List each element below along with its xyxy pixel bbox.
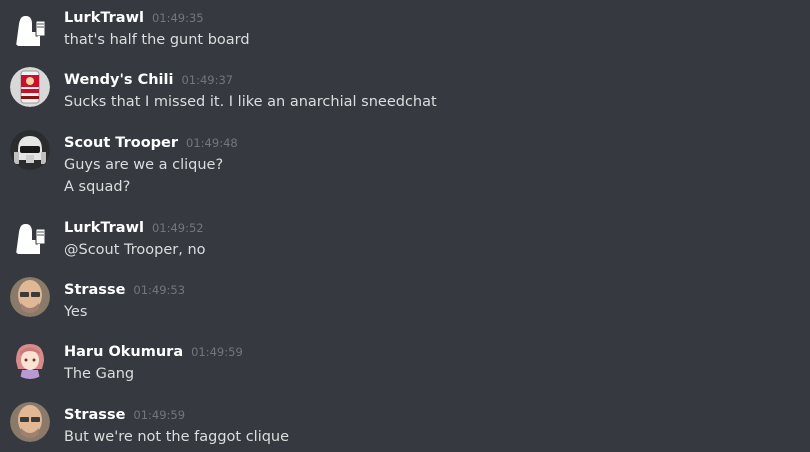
chili-can-icon[interactable]	[10, 67, 50, 107]
author-name[interactable]: Wendy's Chili	[64, 72, 173, 88]
message-text: A squad?	[64, 179, 131, 195]
message-header: Wendy's Chili 01:49:37	[64, 69, 233, 89]
bald-man-face-icon[interactable]	[10, 402, 50, 442]
author-name[interactable]: Strasse	[64, 407, 125, 423]
anime-girl-icon[interactable]	[10, 339, 50, 379]
timestamp: 01:49:48	[186, 136, 238, 150]
author-name[interactable]: Strasse	[64, 282, 125, 298]
message-text: @Scout Trooper, no	[64, 242, 206, 258]
chat-message-list: LurkTrawl 01:49:35 that's half the gunt b…	[0, 0, 810, 452]
author-name[interactable]: Scout Trooper	[64, 135, 178, 151]
message-text: that's half the gunt board	[64, 32, 250, 48]
timestamp: 01:49:59	[191, 345, 243, 359]
message-text: But we're not the faggot clique	[64, 429, 290, 445]
timestamp: 01:49:59	[133, 408, 186, 422]
author-name[interactable]: LurkTrawl	[64, 220, 144, 236]
lurkers-sign-icon[interactable]	[10, 10, 50, 50]
timestamp: 01:49:52	[151, 221, 204, 235]
lurkers-sign-icon[interactable]	[10, 218, 50, 258]
message-text: Yes	[64, 304, 88, 320]
timestamp: 01:49:35	[151, 11, 204, 25]
author-name[interactable]: Haru Okumura	[64, 344, 183, 360]
message-text: The Gang	[64, 366, 135, 382]
scout-trooper-helmet-icon[interactable]	[10, 130, 50, 170]
message-header: Haru Okumura 01:49:59	[64, 341, 243, 361]
message-header: Scout Trooper 01:49:48	[64, 132, 238, 152]
message-text: Sucks that I missed it. I like an anarch…	[64, 94, 437, 110]
author-name[interactable]: LurkTrawl	[64, 10, 144, 26]
message-text: Guys are we a clique?	[64, 157, 224, 173]
message-header: LurkTrawl 01:49:35	[64, 7, 204, 27]
timestamp: 01:49:53	[133, 283, 186, 297]
bald-man-face-icon[interactable]	[10, 277, 50, 317]
message-header: Strasse 01:49:59	[64, 404, 185, 424]
timestamp: 01:49:37	[181, 73, 234, 87]
message-header: LurkTrawl 01:49:52	[64, 217, 204, 237]
message-header: Strasse 01:49:53	[64, 279, 185, 299]
